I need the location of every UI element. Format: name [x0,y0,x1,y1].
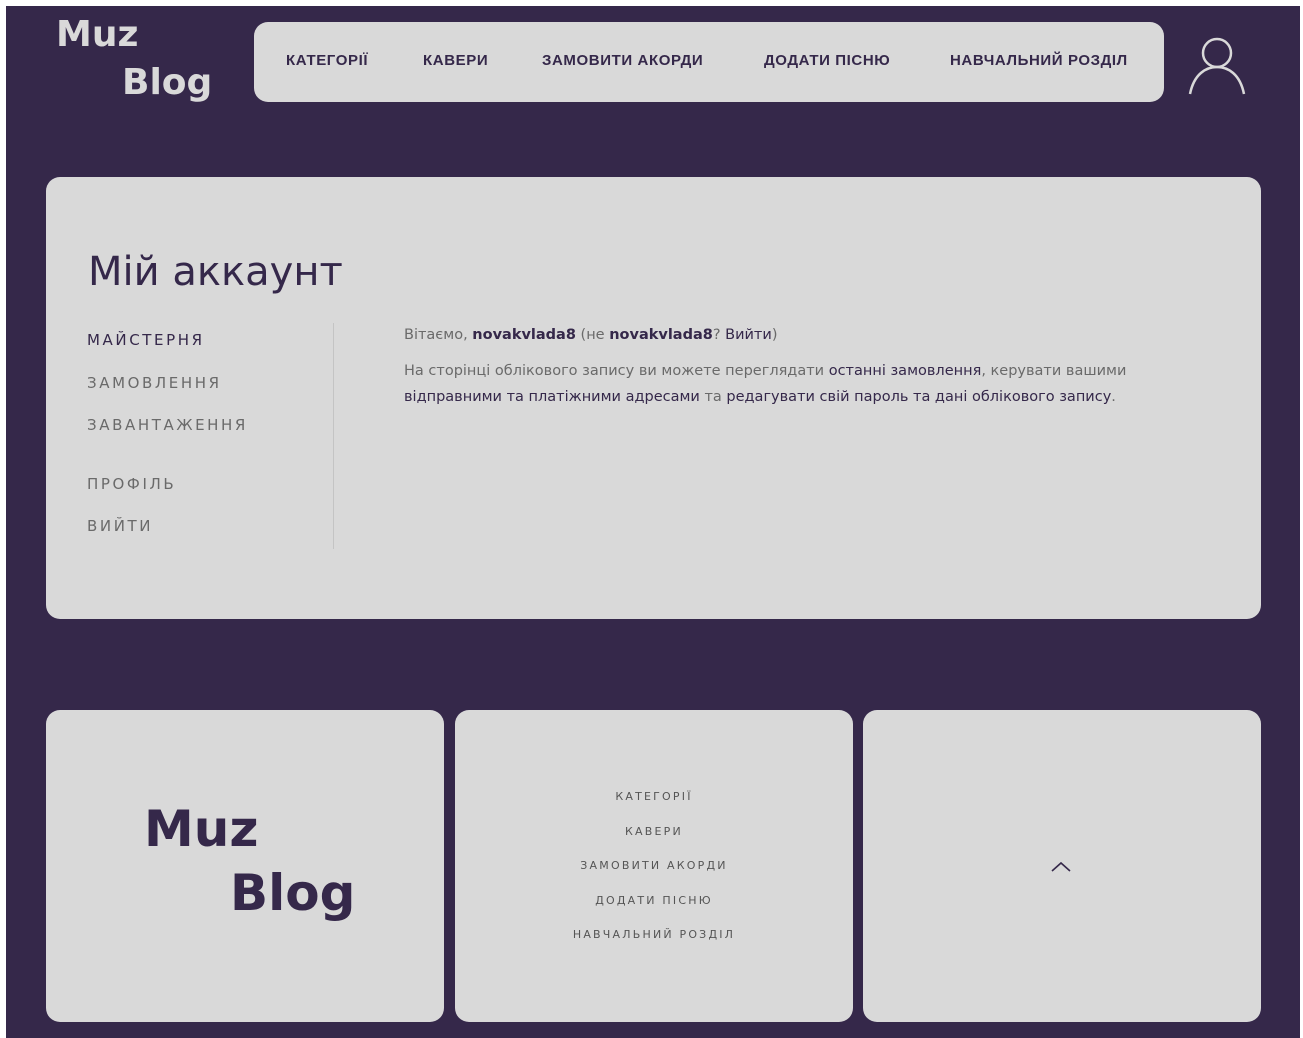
account-description: На сторінці облікового запису ви можете … [404,358,1184,410]
nav-item-add-song[interactable]: ДОДАТИ ПІСНЮ [764,52,890,69]
description-part-3: та [699,389,727,405]
recent-orders-link[interactable]: останні замовлення [829,363,982,379]
nav-item-learning[interactable]: НАВЧАЛЬНИЙ РОЗДІЛ [950,52,1128,69]
page-frame: Muz Blog КАТЕГОРІЇ КАВЕРИ ЗАМОВИТИ АКОРД… [6,6,1300,1038]
menu-item-logout[interactable]: ВИЙТИ [87,517,153,535]
menu-item-dashboard[interactable]: МАЙСТЕРНЯ [87,331,205,349]
menu-divider [333,323,334,549]
footer-nav-categories[interactable]: КАТЕГОРІЇ [455,790,853,803]
description-part-2: , керувати вашими [981,363,1127,379]
user-icon[interactable] [1186,34,1248,96]
greeting-question: ? [712,327,726,343]
nav-item-covers[interactable]: КАВЕРИ [423,52,488,69]
menu-item-downloads[interactable]: ЗАВАНТАЖЕННЯ [87,416,248,434]
nav-item-order-chords[interactable]: ЗАМОВИТИ АКОРДИ [542,52,703,69]
footer-logo-line-1: Muz [144,800,259,858]
logout-link[interactable]: Вийти [725,327,772,343]
main-nav: КАТЕГОРІЇ КАВЕРИ ЗАМОВИТИ АКОРДИ ДОДАТИ … [254,22,1164,102]
footer-nav-learning[interactable]: НАВЧАЛЬНИЙ РОЗДІЛ [455,928,853,941]
account-content: Вітаємо, novakvlada8 (не novakvlada8? Ви… [404,322,1184,420]
greeting-middle: (не [575,327,610,343]
footer-nav-add-song[interactable]: ДОДАТИ ПІСНЮ [455,894,853,907]
page-title: Мій аккаунт [88,249,343,295]
addresses-link[interactable]: відправними та платіжними адресами [404,389,700,405]
footer-logo-line-2: Blog [230,864,356,922]
greeting-suffix: ) [771,327,778,343]
logo-line-2: Blog [122,62,213,103]
greeting-text: Вітаємо, novakvlada8 (не novakvlada8? Ви… [404,322,1184,348]
description-part-1: На сторінці облікового запису ви можете … [404,363,829,379]
footer-logo-card: Muz Blog [46,710,444,1022]
footer-nav-covers[interactable]: КАВЕРИ [455,825,853,838]
account-card: Мій аккаунт МАЙСТЕРНЯ ЗАМОВЛЕННЯ ЗАВАНТА… [46,177,1261,619]
site-logo[interactable]: Muz Blog [56,14,226,114]
description-part-4: . [1111,389,1116,405]
footer-nav-card: КАТЕГОРІЇ КАВЕРИ ЗАМОВИТИ АКОРДИ ДОДАТИ … [455,710,853,1022]
account-details-link[interactable]: редагувати свій пароль та дані обліковог… [726,389,1111,405]
footer-nav-order-chords[interactable]: ЗАМОВИТИ АКОРДИ [455,859,853,872]
username-repeat: novakvlada8 [609,327,713,343]
nav-item-categories[interactable]: КАТЕГОРІЇ [286,52,368,69]
menu-item-orders[interactable]: ЗАМОВЛЕННЯ [87,374,222,392]
footer-scroll-card [863,710,1261,1022]
greeting-prefix: Вітаємо, [404,327,473,343]
logo-line-1: Muz [56,14,139,55]
chevron-up-icon[interactable] [1045,856,1077,876]
username: novakvlada8 [472,327,576,343]
menu-item-profile[interactable]: ПРОФІЛЬ [87,475,176,493]
